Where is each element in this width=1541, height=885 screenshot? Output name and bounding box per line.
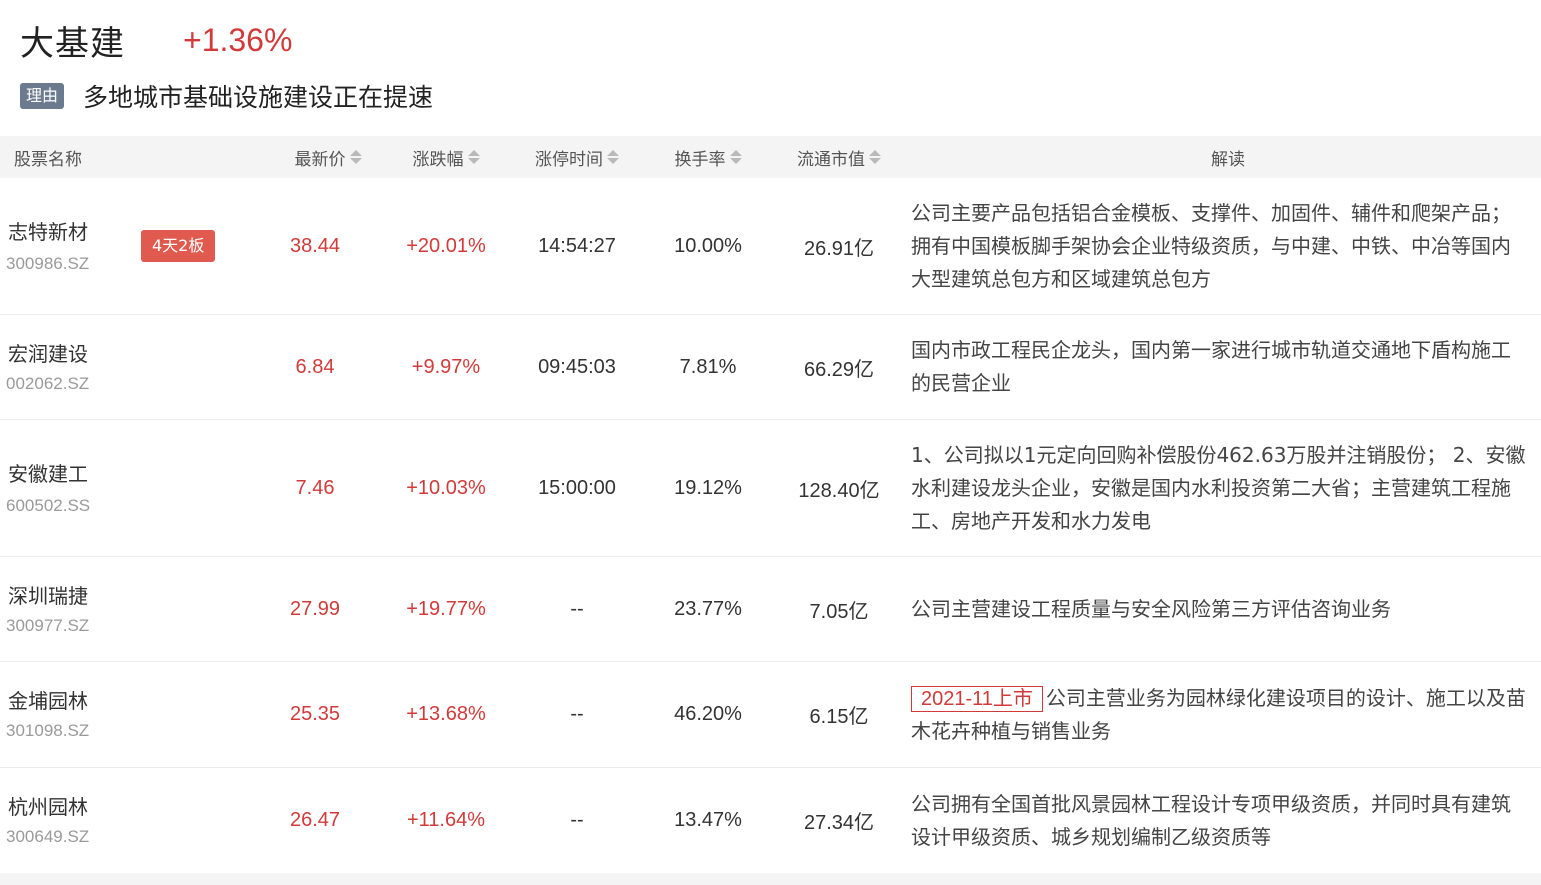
turnover-cell: 13.47% — [674, 809, 742, 831]
price-cell: 38.44 — [289, 234, 341, 257]
limit-time-cell: 15:00:00 — [538, 476, 616, 499]
table-row[interactable]: 金埔园林 301098.SZ 25.35 +13.68% -- 46.20% 6… — [0, 662, 1541, 768]
stock-table: 股票名称 最新价 涨跌幅 涨停时间 换手率 流通市值 解读 志特新材 30098… — [0, 136, 1541, 873]
limit-time-cell: -- — [570, 597, 584, 620]
sort-icon[interactable] — [869, 150, 881, 164]
sort-icon[interactable] — [729, 150, 742, 164]
reason-line: 理由 多地城市基础设施建设正在提速 — [20, 78, 433, 114]
stock-code: 002062.SZ — [6, 374, 90, 393]
stock-code: 600502.SS — [6, 496, 91, 515]
price-cell: 27.99 — [289, 597, 341, 620]
stock-code: 300649.SZ — [6, 827, 90, 846]
col-header-turnover[interactable]: 换手率 — [627, 145, 789, 170]
limit-time-cell: -- — [570, 809, 584, 831]
sector-change: +1.36% — [183, 21, 293, 58]
stock-code: 301098.SZ — [6, 721, 90, 740]
limit-time-cell: -- — [570, 703, 584, 725]
stock-name[interactable]: 深圳瑞捷 — [8, 580, 88, 609]
reason-text: 多地城市基础设施建设正在提速 — [83, 83, 434, 112]
sort-icon[interactable] — [467, 150, 480, 164]
col-header-float-cap[interactable]: 流通市值 — [789, 145, 889, 170]
sector-header: 大基建 +1.36% — [20, 18, 293, 64]
change-cell: +19.77% — [406, 597, 486, 620]
col-header-desc: 解读 — [1211, 149, 1245, 170]
change-cell: +10.03% — [406, 476, 486, 499]
desc-cell: 公司主营建设工程质量与安全风险第三方评估咨询业务 — [911, 596, 1391, 621]
price-cell: 25.35 — [289, 703, 341, 725]
turnover-cell: 10.00% — [674, 234, 742, 257]
stock-name-cell[interactable]: 志特新材 300986.SZ 4天2板 — [0, 178, 265, 314]
turnover-cell: 23.77% — [674, 597, 742, 620]
limit-time-cell: 09:45:03 — [538, 355, 616, 378]
table-row[interactable]: 宏润建设 002062.SZ 6.84 +9.97% 09:45:03 7.81… — [0, 315, 1541, 420]
table-header: 股票名称 最新价 涨跌幅 涨停时间 换手率 流通市值 解读 — [0, 136, 1541, 178]
streak-badge: 4天2板 — [141, 230, 216, 262]
change-cell: +9.97% — [411, 355, 481, 378]
stock-code: 300986.SZ — [6, 254, 90, 273]
table-row[interactable]: 志特新材 300986.SZ 4天2板 38.44 +20.01% 14:54:… — [0, 178, 1541, 315]
change-cell: +13.68% — [406, 703, 486, 725]
stock-name[interactable]: 安徽建工 — [8, 458, 88, 487]
desc-cell: 1、公司拟以1元定向回购补偿股份462.63万股并注销股份； 2、安徽水利建设龙… — [911, 442, 1526, 533]
stock-name[interactable]: 金埔园林 — [8, 685, 88, 714]
stock-code: 300977.SZ — [6, 616, 90, 635]
turnover-cell: 46.20% — [674, 703, 742, 725]
stock-name-cell[interactable]: 安徽建工 600502.SS — [0, 420, 265, 556]
price-cell: 6.84 — [295, 355, 335, 378]
price-cell: 26.47 — [289, 809, 341, 831]
table-row[interactable]: 杭州园林 300649.SZ 26.47 +11.64% -- 13.47% 2… — [0, 768, 1541, 873]
stock-name-cell[interactable]: 杭州园林 300649.SZ — [0, 768, 265, 873]
stock-name-cell[interactable]: 金埔园林 301098.SZ — [0, 662, 265, 767]
float-cap-cell: 128.40亿 — [798, 479, 880, 502]
desc-cell: 公司主要产品包括铝合金模板、支撑件、加固件、辅件和爬架产品；拥有中国模板脚手架协… — [911, 200, 1511, 291]
float-cap-cell: 26.91亿 — [803, 237, 875, 260]
change-cell: +11.64% — [406, 809, 486, 831]
reason-badge: 理由 — [20, 83, 65, 109]
table-row[interactable]: 安徽建工 600502.SS 7.46 +10.03% 15:00:00 19.… — [0, 420, 1541, 557]
col-header-name: 股票名称 — [14, 149, 82, 170]
turnover-cell: 7.81% — [679, 355, 737, 378]
sort-icon[interactable] — [349, 150, 362, 164]
float-cap-cell: 6.15亿 — [809, 706, 869, 728]
sort-icon[interactable] — [607, 150, 619, 164]
col-header-limit-time[interactable]: 涨停时间 — [527, 145, 627, 170]
stock-name-cell[interactable]: 宏润建设 002062.SZ — [0, 315, 265, 419]
table-row[interactable]: 深圳瑞捷 300977.SZ 27.99 +19.77% -- 23.77% 7… — [0, 557, 1541, 662]
limit-time-cell: 14:54:27 — [538, 234, 616, 257]
desc-cell: 国内市政工程民企龙头，国内第一家进行城市轨道交通地下盾构施工的民营企业 — [911, 338, 1511, 395]
stock-name[interactable]: 宏润建设 — [8, 338, 88, 367]
stock-name[interactable]: 志特新材 — [8, 216, 88, 245]
ipo-date-tag: 2021-11上市 — [911, 685, 1043, 712]
float-cap-cell: 7.05亿 — [809, 600, 869, 623]
stock-name[interactable]: 杭州园林 — [8, 791, 88, 820]
change-cell: +20.01% — [406, 234, 486, 257]
float-cap-cell: 27.34亿 — [803, 812, 875, 834]
stock-name-cell[interactable]: 深圳瑞捷 300977.SZ — [0, 557, 265, 661]
desc-cell: 公司拥有全国首批风景园林工程设计专项甲级资质，并同时具有建筑设计甲级资质、城乡规… — [911, 791, 1511, 849]
price-cell: 7.46 — [295, 476, 335, 499]
turnover-cell: 19.12% — [674, 476, 742, 499]
sector-name: 大基建 — [20, 23, 125, 64]
float-cap-cell: 66.29亿 — [803, 358, 875, 381]
col-header-price[interactable]: 最新价 — [265, 145, 365, 170]
col-header-change[interactable]: 涨跌幅 — [365, 145, 527, 170]
desc-cell: 2021-11上市 公司主营业务为园林绿化建设项目的设计、施工以及苗木花卉种植与销… — [889, 682, 1541, 748]
table-footer-divider — [0, 873, 1541, 885]
